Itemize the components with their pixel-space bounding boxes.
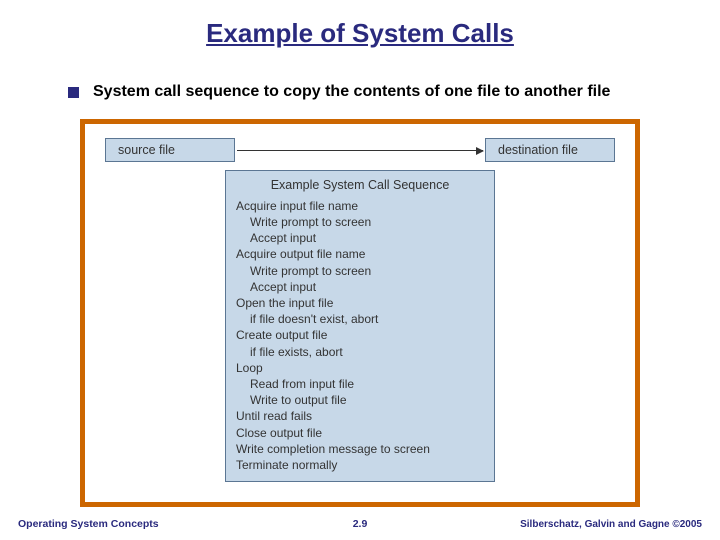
source-file-box: source file [105, 138, 235, 162]
seq-line: Until read fails [236, 408, 484, 424]
seq-line: Open the input file [236, 295, 484, 311]
page-title: Example of System Calls [30, 18, 690, 49]
bullet-text: System call sequence to copy the content… [93, 83, 610, 101]
seq-line: Loop [236, 360, 484, 376]
seq-line: if file doesn't exist, abort [236, 311, 484, 327]
seq-line: Write to output file [236, 392, 484, 408]
slide-footer: Operating System Concepts 2.9 Silberscha… [0, 518, 720, 530]
seq-line: Create output file [236, 327, 484, 343]
bullet-item: System call sequence to copy the content… [68, 83, 690, 101]
seq-line: Close output file [236, 425, 484, 441]
seq-line: Acquire input file name [236, 198, 484, 214]
footer-left: Operating System Concepts [18, 518, 159, 530]
seq-line: Write prompt to screen [236, 263, 484, 279]
seq-line: Read from input file [236, 376, 484, 392]
footer-page-number: 2.9 [353, 518, 368, 530]
sequence-box: Example System Call Sequence Acquire inp… [225, 170, 495, 482]
sequence-title: Example System Call Sequence [236, 177, 484, 194]
diagram-top-row: source file destination file [105, 138, 615, 162]
seq-line: Accept input [236, 279, 484, 295]
arrow-head-icon [476, 147, 484, 155]
seq-line: Accept input [236, 230, 484, 246]
seq-line: Terminate normally [236, 457, 484, 473]
diagram-frame: source file destination file Example Sys… [80, 119, 640, 507]
seq-line: Write completion message to screen [236, 441, 484, 457]
footer-credits: Silberschatz, Galvin and Gagne ©2005 [520, 519, 702, 530]
seq-line: Write prompt to screen [236, 214, 484, 230]
slide: Example of System Calls System call sequ… [0, 0, 720, 540]
destination-file-box: destination file [485, 138, 615, 162]
arrow-line [237, 150, 483, 151]
square-bullet-icon [68, 87, 79, 98]
seq-line: Acquire output file name [236, 246, 484, 262]
seq-line: if file exists, abort [236, 344, 484, 360]
